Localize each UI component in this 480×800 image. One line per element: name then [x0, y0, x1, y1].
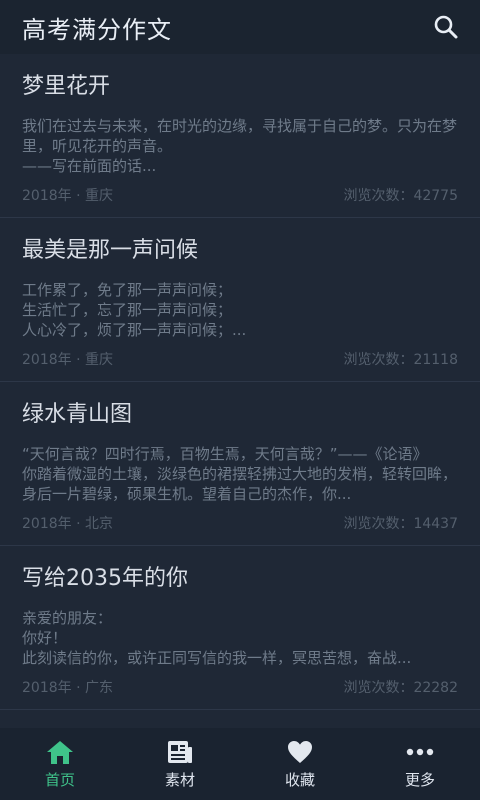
article-excerpt: 工作累了，免了那一声声问候； 生活忙了，忘了那一声声问候； 人心冷了，烦了那一声…: [22, 281, 247, 339]
app-bar: 高考满分作文: [0, 0, 480, 54]
article-views: 浏览次数：22282: [343, 680, 458, 696]
article-excerpt: 我们在过去与未来，在时光的边缘，寻找属于自己的梦。只为在梦里，听见花开的声音。 …: [22, 117, 458, 175]
article-meta: 2018年 · 重庆 浏览次数：21118: [22, 349, 458, 369]
article-year-region: 2018年 · 重庆: [22, 188, 113, 204]
tab-label: 更多: [404, 770, 435, 789]
home-icon: [47, 740, 73, 764]
article-views: 浏览次数：21118: [343, 352, 458, 368]
article-title: 绿水青山图: [22, 402, 133, 427]
article-meta: 2018年 · 广东 浏览次数：22282: [22, 677, 458, 697]
article-views: 浏览次数：42775: [343, 188, 458, 204]
news-icon: [168, 740, 192, 763]
article-excerpt: 亲爱的朋友： 你好！ 此刻读信的你，或许正同写信的我一样，冥思苦想，奋战...: [22, 609, 412, 667]
article-meta: 2018年 · 北京 浏览次数：14437: [22, 513, 458, 533]
article-card[interactable]: 写给2035年的你 亲爱的朋友： 你好！ 此刻读信的你，或许正同写信的我一样，冥…: [0, 546, 480, 710]
article-title: 最美是那一声问候: [22, 238, 199, 263]
article-year-region: 2018年 · 重庆: [22, 352, 113, 368]
tab-material[interactable]: 素材: [120, 728, 240, 800]
article-year-region: 2018年 · 北京: [22, 516, 113, 532]
tab-label: 首页: [44, 770, 75, 789]
article-card[interactable]: 梦里花开 我们在过去与未来，在时光的边缘，寻找属于自己的梦。只为在梦里，听见花开…: [0, 54, 480, 218]
article-title: 写给2035年的你: [22, 566, 188, 591]
tab-more[interactable]: 更多: [360, 728, 480, 800]
partial-article-card[interactable]: ...: [0, 710, 480, 728]
article-meta: 2018年 · 重庆 浏览次数：42775: [22, 185, 458, 205]
article-views: 浏览次数：14437: [343, 516, 458, 532]
tab-favorites[interactable]: 收藏: [240, 728, 360, 800]
bottom-tab-bar: 首页 素材 收藏 更多: [0, 728, 480, 800]
tab-label: 素材: [164, 770, 195, 789]
more-icon: [406, 748, 434, 755]
search-icon[interactable]: [430, 11, 462, 43]
article-card[interactable]: 最美是那一声问候 工作累了，免了那一声声问候； 生活忙了，忘了那一声声问候； 人…: [0, 218, 480, 382]
tab-label: 收藏: [284, 770, 315, 789]
article-list: 梦里花开 我们在过去与未来，在时光的边缘，寻找属于自己的梦。只为在梦里，听见花开…: [0, 54, 480, 728]
article-card[interactable]: 绿水青山图 “天何言哉？四时行焉，百物生焉，天何言哉？”——《论语》 你踏着微湿…: [0, 382, 480, 546]
app-title: 高考满分作文: [22, 15, 172, 44]
article-year-region: 2018年 · 广东: [22, 680, 113, 696]
heart-icon: [288, 740, 312, 763]
article-title: 梦里花开: [22, 74, 111, 99]
tab-home[interactable]: 首页: [0, 728, 120, 800]
article-excerpt: “天何言哉？四时行焉，百物生焉，天何言哉？”——《论语》 你踏着微湿的土壤，淡绿…: [22, 445, 458, 503]
